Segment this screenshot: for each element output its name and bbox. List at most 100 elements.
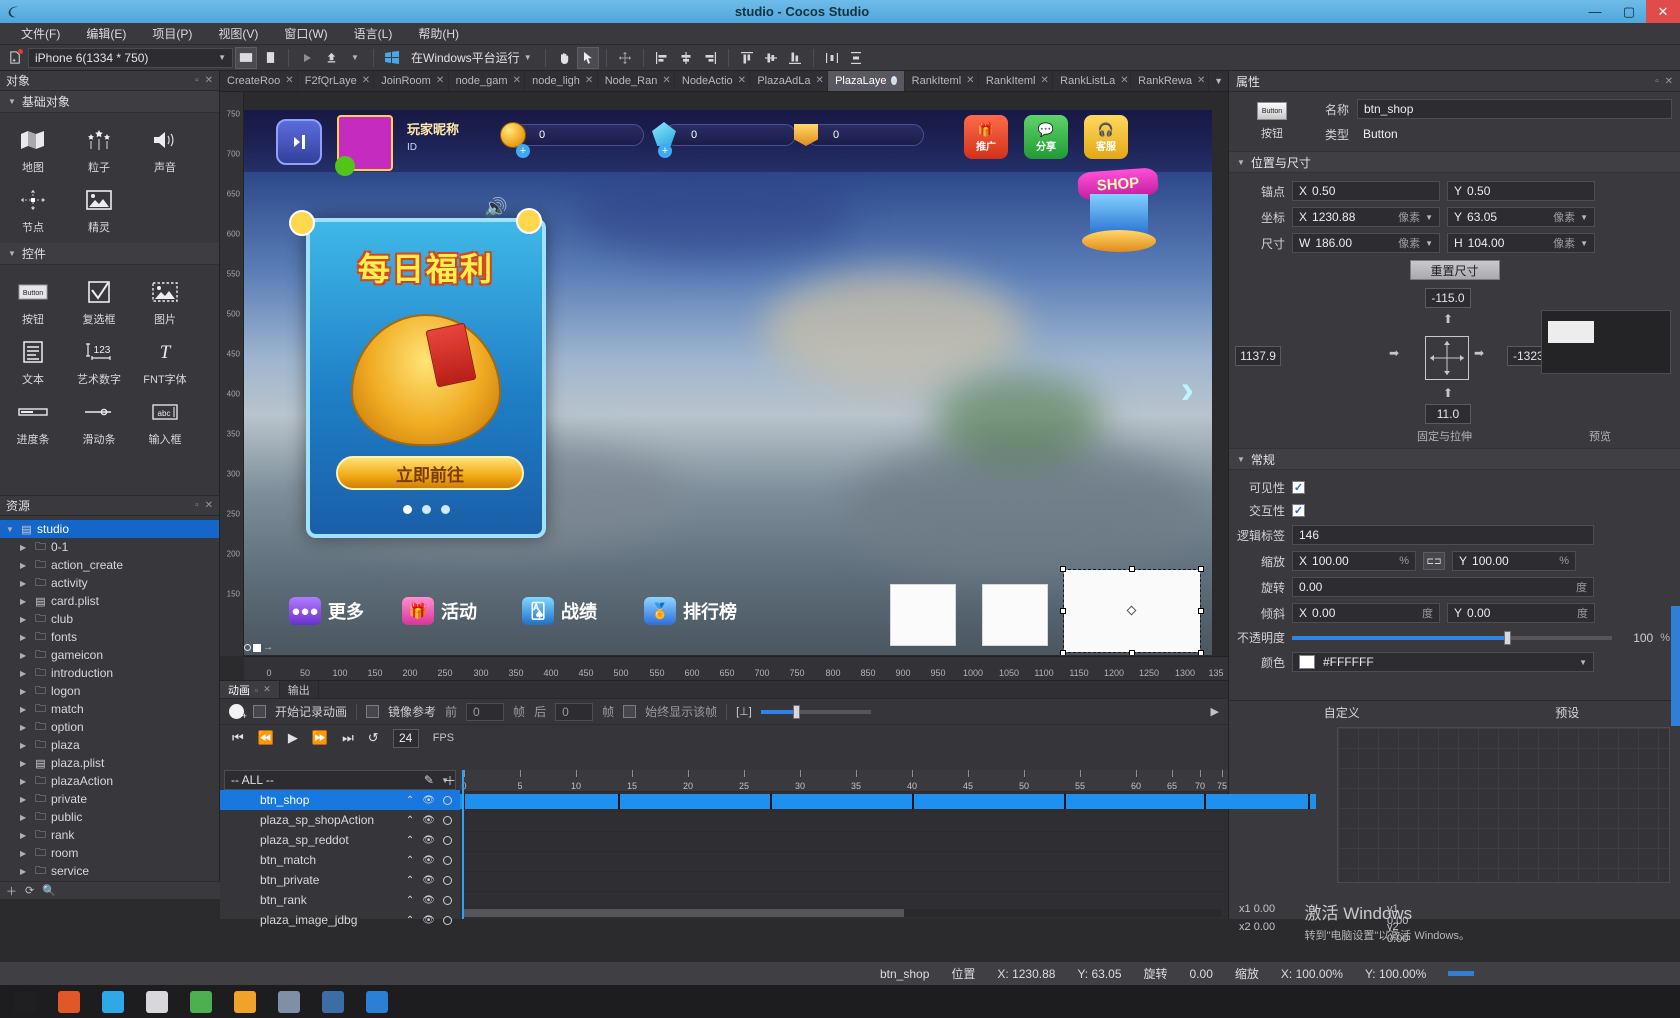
size-w-input[interactable]: W 186.00 像素 ▼ xyxy=(1292,233,1440,253)
resource-tree[interactable]: ▼ ▤ studio ▶ 🗀 0-1 ▶ 🗀 action_create ▶ 🗀… xyxy=(0,516,219,899)
scale-x-input[interactable]: X 100.00 % xyxy=(1292,551,1416,571)
landscape-icon[interactable] xyxy=(235,47,257,69)
windows-icon[interactable] xyxy=(381,47,403,69)
object-item-map[interactable]: 地图 xyxy=(0,119,66,179)
tab-node-light[interactable]: node_ligh✕ xyxy=(525,71,598,91)
publish-icon[interactable] xyxy=(320,47,342,69)
tab-node-gam[interactable]: node_gam✕ xyxy=(449,71,526,91)
tab-rankitem2[interactable]: RankIteml✕ xyxy=(979,71,1053,91)
curve-grid[interactable] xyxy=(1337,727,1670,883)
publish-dropdown-icon[interactable]: ▼ xyxy=(344,47,366,69)
chevron-right-icon[interactable]: ▶ xyxy=(20,579,30,588)
chevron-right-icon[interactable]: ▶ xyxy=(20,597,30,606)
close-icon[interactable]: ✕ xyxy=(585,75,593,86)
chevron-right-icon[interactable]: ▶ xyxy=(20,543,30,552)
object-item-particle[interactable]: 粒子 xyxy=(66,119,132,179)
scale-y-input[interactable]: Y 100.00 % xyxy=(1452,551,1576,571)
close-icon[interactable]: ✕ xyxy=(362,75,370,86)
eye-icon[interactable]: 👁 xyxy=(422,795,435,806)
menu-item-edit[interactable]: 编辑(E) xyxy=(73,23,139,45)
placeholder-rect-2[interactable] xyxy=(982,584,1048,646)
tab-ranklistlayer[interactable]: RankListLa✕ xyxy=(1053,71,1131,91)
promo-button[interactable]: 🎁 推广 xyxy=(964,115,1008,159)
timeline[interactable]: 0 5 10 15 20 25 30 35 40 45 50 55 60 65 … xyxy=(460,770,1228,919)
tree-item-service[interactable]: ▶ 🗀 service xyxy=(0,862,219,880)
layer-row-plaza-image-jdbg[interactable]: plaza_image_jdbg ⌃👁 xyxy=(220,910,460,930)
collapse-icon[interactable]: ⌃ xyxy=(406,895,414,906)
close-button[interactable]: ✕ xyxy=(1646,0,1680,23)
close-panel-icon[interactable]: ✕ xyxy=(205,500,213,511)
tree-item-plaza-plist[interactable]: ▶ ▤ plaza.plist xyxy=(0,754,219,772)
object-item-sprite[interactable]: 精灵 xyxy=(66,179,132,239)
distribute-v-icon[interactable] xyxy=(845,47,867,69)
tab-custom[interactable]: 自定义 xyxy=(1229,701,1455,723)
timeline-row-btn-shop[interactable] xyxy=(460,792,1228,812)
section-position-size[interactable]: ▼ 位置与尺寸 xyxy=(1229,151,1680,173)
step-back-icon[interactable]: ⏪ xyxy=(258,730,274,746)
close-icon[interactable]: ✕ xyxy=(513,75,521,86)
nav-rank[interactable]: 🏅 排行榜 xyxy=(644,597,737,625)
taskbar-item-1[interactable] xyxy=(48,986,90,1017)
interactive-checkbox[interactable]: ✓ xyxy=(1292,504,1305,517)
minimize-button[interactable]: — xyxy=(1578,0,1612,23)
next-arrow-icon[interactable]: › xyxy=(1181,368,1194,413)
tab-nodeaction[interactable]: NodeActio✕ xyxy=(675,71,750,91)
portrait-icon[interactable] xyxy=(259,47,281,69)
record-ring-icon[interactable] xyxy=(443,896,452,905)
after-input[interactable]: 0 xyxy=(555,703,593,721)
chevron-down-icon[interactable]: ▼ xyxy=(1580,213,1588,222)
object-item-text[interactable]: 文本 xyxy=(0,331,66,391)
taskbar-item-4[interactable] xyxy=(180,986,222,1017)
close-icon[interactable]: ✕ xyxy=(285,75,293,86)
always-show-checkbox[interactable] xyxy=(623,705,636,718)
skip-end-icon[interactable]: ⏭ xyxy=(342,730,354,746)
tree-item-public[interactable]: ▶ 🗀 public xyxy=(0,808,219,826)
coord-y-input[interactable]: Y 63.05 像素 ▼ xyxy=(1447,207,1595,227)
object-item-progressbar[interactable]: 进度条 xyxy=(0,391,66,451)
tree-item-fonts[interactable]: ▶ 🗀 fonts xyxy=(0,628,219,646)
page-dot[interactable] xyxy=(422,505,431,514)
back-button[interactable] xyxy=(276,119,322,165)
tab-createroom[interactable]: CreateRoo✕ xyxy=(220,71,298,91)
object-item-checkbox[interactable]: 复选框 xyxy=(66,271,132,331)
float-panel-icon[interactable]: ▫ xyxy=(255,685,258,695)
eye-icon[interactable]: 👁 xyxy=(422,855,435,866)
chevron-down-icon[interactable]: ▼ xyxy=(1580,239,1588,248)
tree-item-logon[interactable]: ▶ 🗀 logon xyxy=(0,682,219,700)
close-panel-icon[interactable]: ✕ xyxy=(205,75,213,86)
coord-x-input[interactable]: X 1230.88 像素 ▼ xyxy=(1292,207,1440,227)
page-dot[interactable] xyxy=(403,505,412,514)
design-stage[interactable]: 玩家昵称 ID 0 + 0 + 0 🎁 推广 💬 分享 xyxy=(244,110,1212,655)
taskbar-item-2[interactable] xyxy=(92,986,134,1017)
chevron-right-icon[interactable]: ▶ xyxy=(20,777,30,786)
timeline-row[interactable] xyxy=(460,832,1228,852)
object-item-node[interactable]: 节点 xyxy=(0,179,66,239)
menu-item-help[interactable]: 帮助(H) xyxy=(405,23,472,45)
float-panel-icon[interactable]: ▫ xyxy=(1655,76,1659,87)
coin-add-icon[interactable]: + xyxy=(516,144,530,158)
object-item-textfield[interactable]: abc 输入框 xyxy=(132,391,198,451)
step-forward-icon[interactable]: ⏩ xyxy=(312,730,328,746)
menu-item-file[interactable]: 文件(F) xyxy=(8,23,73,45)
tree-item-0-1[interactable]: ▶ 🗀 0-1 xyxy=(0,538,219,556)
selected-node-btn-shop[interactable] xyxy=(1064,570,1200,652)
nav-more[interactable]: ●●● 更多 xyxy=(289,597,364,625)
page-dot[interactable] xyxy=(441,505,450,514)
opacity-slider[interactable] xyxy=(1292,631,1612,645)
layer-row-btn-private[interactable]: btn_private ⌃👁 xyxy=(220,870,460,890)
align-right-icon[interactable] xyxy=(699,47,721,69)
taskbar-item-8[interactable] xyxy=(356,986,398,1017)
loop-icon[interactable]: ↺ xyxy=(368,730,379,746)
playhead[interactable] xyxy=(462,770,464,919)
tree-item-private[interactable]: ▶ 🗀 private xyxy=(0,790,219,808)
close-panel-icon[interactable]: ✕ xyxy=(1665,76,1673,87)
skip-start-icon[interactable]: ⏮ xyxy=(232,730,244,746)
search-icon[interactable]: 🔍 xyxy=(42,884,56,897)
chevron-down-icon[interactable]: ▼ xyxy=(1579,658,1587,667)
align-middle-v-icon[interactable] xyxy=(760,47,782,69)
x1-value[interactable]: 0.00 xyxy=(1254,903,1275,915)
tag-input[interactable]: 146 xyxy=(1292,525,1594,545)
chevron-right-icon[interactable]: ▶ xyxy=(20,813,30,822)
align-left-icon[interactable] xyxy=(651,47,673,69)
menu-item-language[interactable]: 语言(L) xyxy=(341,23,406,45)
